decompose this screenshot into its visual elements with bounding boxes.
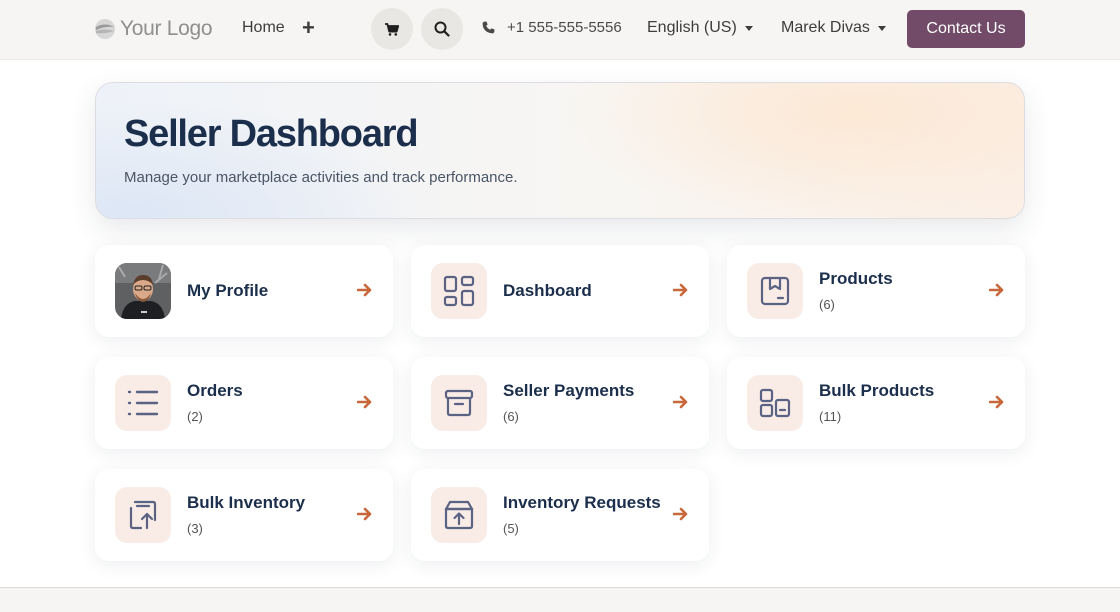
logo-text: Your Logo [120,17,213,40]
nav-add-button[interactable]: + [302,15,315,41]
user-menu-dropdown[interactable]: Marek Divas [781,19,886,37]
card-title: Inventory Requests [503,493,661,512]
cart-button[interactable] [371,8,413,50]
contact-us-button[interactable]: Contact Us [907,10,1025,48]
arrow-right-icon [357,283,372,297]
card-orders[interactable]: Orders (2) [95,357,393,449]
logo-icon [95,19,115,39]
box-upload-icon [431,487,487,543]
language-dropdown[interactable]: English (US) [647,19,753,37]
card-title: Seller Payments [503,381,635,400]
card-count: (6) [503,409,519,424]
card-bulk-products[interactable]: Bulk Products (11) [727,357,1025,449]
bulk-icon [747,375,803,431]
phone-number: +1 555-555-5556 [507,19,622,36]
card-my-profile[interactable]: My Profile [95,245,393,337]
archive-icon [431,375,487,431]
top-navbar: Your Logo Home + +1 555-555-5556 English… [0,0,1120,60]
search-icon [434,21,450,37]
arrow-right-icon [673,283,688,297]
arrow-right-icon [989,395,1004,409]
box-icon [747,263,803,319]
arrow-right-icon [989,283,1004,297]
nav-home-link[interactable]: Home [242,19,285,37]
page-footer [0,587,1120,612]
chevron-down-icon [877,26,886,31]
card-title: Orders [187,381,243,400]
card-bulk-inventory[interactable]: Bulk Inventory (3) [95,469,393,561]
card-count: (3) [187,521,203,536]
card-title: Dashboard [503,281,592,300]
language-label: English (US) [647,19,737,36]
user-name: Marek Divas [781,19,870,36]
card-count: (6) [819,297,835,312]
arrow-right-icon [673,395,688,409]
card-inventory-requests[interactable]: Inventory Requests (5) [411,469,709,561]
card-count: (2) [187,409,203,424]
upload-icon [115,487,171,543]
page-subtitle: Manage your marketplace activities and t… [124,169,518,186]
phone-link[interactable]: +1 555-555-5556 [482,19,622,36]
arrow-right-icon [357,395,372,409]
dashboard-icon [431,263,487,319]
card-title: Bulk Products [819,381,935,400]
phone-icon [482,21,495,34]
avatar [115,263,171,319]
page-title: Seller Dashboard [124,113,419,155]
card-count: (5) [503,521,519,536]
card-title: Bulk Inventory [187,493,306,512]
chevron-down-icon [744,26,753,31]
card-products[interactable]: Products (6) [727,245,1025,337]
search-button[interactable] [421,8,463,50]
card-seller-payments[interactable]: Seller Payments (6) [411,357,709,449]
card-count: (11) [819,409,842,424]
arrow-right-icon [673,507,688,521]
dashboard-header-banner: Seller Dashboard Manage your marketplace… [95,82,1025,219]
site-logo[interactable]: Your Logo [94,16,213,42]
cart-icon [385,22,399,36]
arrow-right-icon [357,507,372,521]
card-title: My Profile [187,281,269,300]
card-dashboard[interactable]: Dashboard [411,245,709,337]
card-title: Products [819,269,893,288]
list-icon [115,375,171,431]
